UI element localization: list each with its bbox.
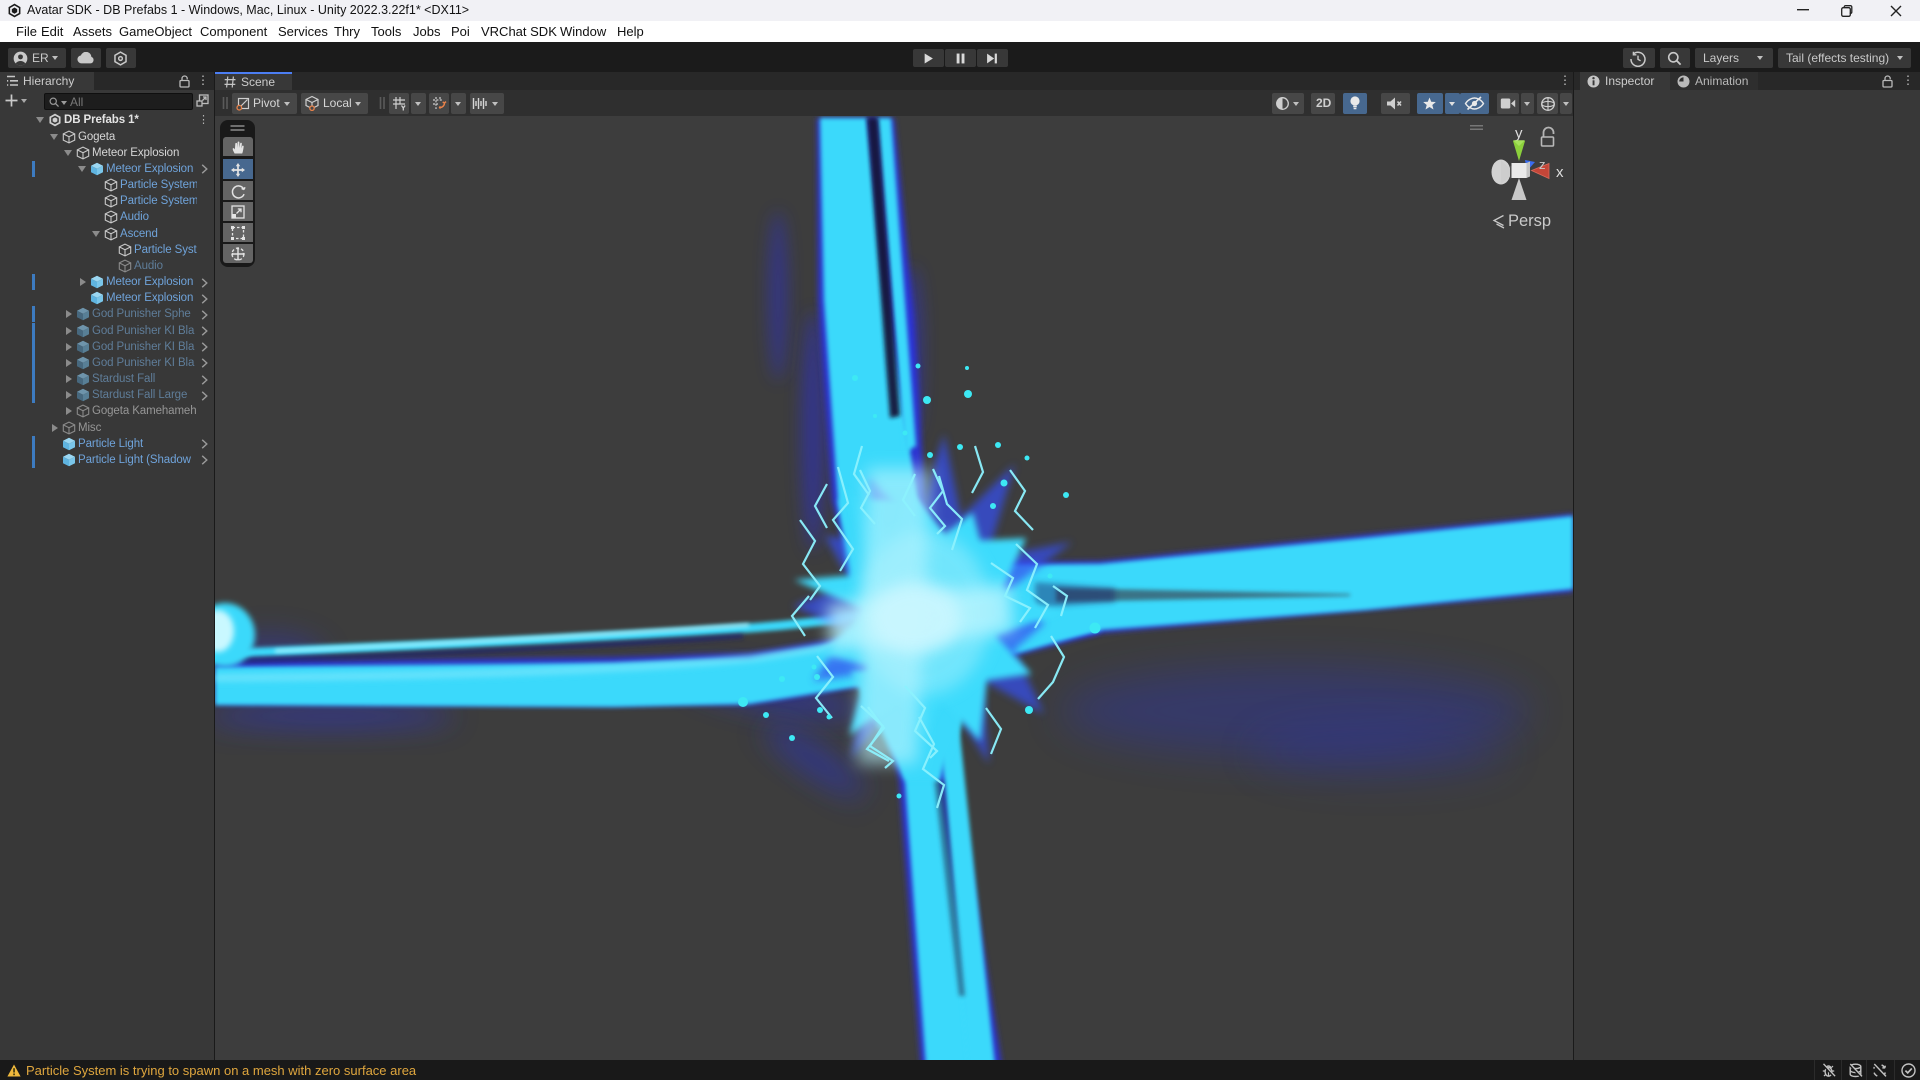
svg-text:Persp: Persp	[1508, 212, 1551, 230]
svg-text:y: y	[1515, 125, 1523, 142]
svg-text:x: x	[1556, 164, 1564, 181]
svg-text:z: z	[1539, 157, 1546, 172]
